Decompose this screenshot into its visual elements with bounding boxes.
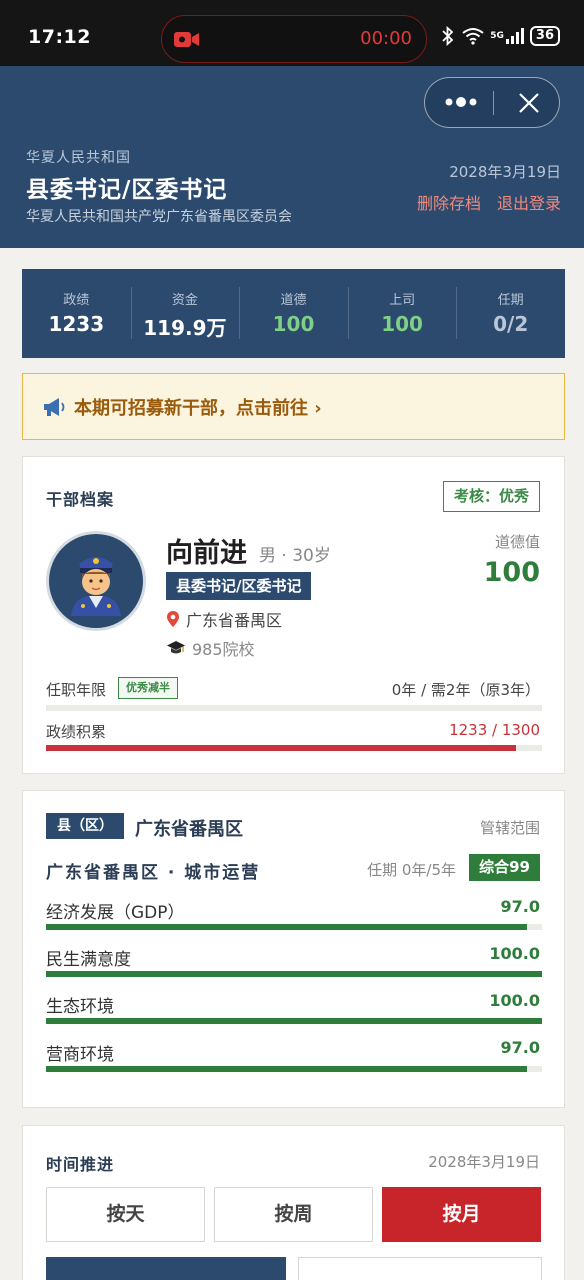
morality-label: 道德值 (494, 533, 540, 551)
stat-morality: 道德 100 (239, 269, 348, 358)
stat-label: 任期 (497, 293, 524, 308)
status-time: 17:12 (28, 26, 91, 48)
bluetooth-icon (442, 26, 454, 46)
advance-by-week-button[interactable]: 按周 (214, 1187, 373, 1242)
metric-track (46, 971, 542, 977)
region-name: 广东省番禺区 (135, 819, 243, 840)
merit-progress-track (46, 745, 542, 751)
signal-icon (505, 28, 524, 44)
advance-by-day-button[interactable]: 按天 (46, 1187, 205, 1242)
tenure-bonus-badge: 优秀减半 (118, 677, 178, 699)
region-card: 县（区） 广东省番禺区 管辖范围 广东省番禺区 · 城市运营 任期 0年/5年 … (22, 790, 565, 1108)
merit-progress-fill (46, 745, 517, 751)
capsule-divider (493, 91, 494, 115)
header-actions: 删除存档 退出登录 (417, 190, 561, 214)
stat-label: 道德 (280, 293, 307, 308)
stat-label: 资金 (171, 293, 198, 308)
metric-track (46, 1018, 542, 1024)
time-advance-card: 时间推进 2028年3月19日 按天 按周 按月 (22, 1125, 565, 1280)
status-bar: 17:12 00:00 5G 36 (0, 0, 584, 66)
metric-value: 97.0 (500, 1038, 540, 1057)
cadre-position-badge: 县委书记/区委书记 (166, 572, 312, 600)
graduation-cap-icon (167, 641, 185, 654)
cadre-education: 985院校 (166, 636, 255, 660)
stat-label: 政绩 (63, 293, 90, 308)
morality-value: 100 (483, 557, 540, 588)
metric-label: 生态环境 (46, 997, 114, 1017)
battery-indicator: 36 (529, 26, 560, 46)
screen-recording-pill[interactable]: 00:00 (161, 15, 427, 63)
metric-label: 营商环境 (46, 1045, 114, 1065)
page-title: 县委书记/区委书记 (26, 177, 228, 203)
stat-value: 0/2 (493, 312, 529, 336)
cadre-location: 广东省番禺区 (166, 607, 282, 631)
location-pin-icon (167, 611, 179, 627)
advance-by-month-button[interactable]: 按月 (382, 1187, 541, 1242)
metric-fill (46, 924, 528, 930)
metric-track (46, 924, 542, 930)
metric-fill (46, 971, 542, 977)
stat-value: 119.9万 (143, 316, 227, 340)
tenure-label: 任职年限 (46, 681, 107, 699)
stat-value: 100 (381, 312, 423, 336)
location-text: 广东省番禺区 (186, 611, 283, 630)
education-text: 985院校 (192, 640, 255, 659)
stat-label: 上司 (389, 293, 416, 308)
metric-track (46, 1066, 542, 1072)
delete-save-link[interactable]: 删除存档 (417, 190, 481, 214)
metric-value: 100.0 (489, 944, 540, 963)
recording-timer: 00:00 (360, 28, 412, 49)
advance-primary-button[interactable] (46, 1257, 286, 1280)
cadre-name: 向前进 (166, 538, 247, 569)
stat-funds: 资金 119.9万 (130, 269, 240, 358)
jurisdiction-link[interactable]: 管辖范围 (480, 817, 540, 838)
more-icon[interactable] (443, 92, 493, 112)
overall-score-badge: 综合99 (469, 854, 540, 881)
region-focus: 广东省番禺区 · 城市运营 (46, 863, 261, 883)
time-date: 2028年3月19日 (428, 1153, 540, 1171)
status-icons: 5G 36 (440, 26, 560, 46)
region-level-tag: 县（区） (46, 813, 124, 839)
metric-fill (46, 1066, 528, 1072)
avatar (46, 531, 146, 631)
country-name: 华夏人民共和国 (26, 150, 131, 166)
video-camera-icon (174, 32, 199, 47)
stat-superior: 上司 100 (347, 269, 457, 358)
tenure-progress-track (46, 705, 542, 711)
recruit-notice-banner[interactable]: 本期可招募新干部，点击前往 › (22, 373, 565, 440)
tenure-value: 0年 / 需2年（原3年） (391, 681, 540, 699)
stat-value: 1233 (48, 312, 105, 336)
network-type: 5G (490, 31, 504, 41)
close-icon[interactable] (517, 91, 541, 115)
assessment-badge: 考核：优秀 (442, 481, 540, 512)
stat-term: 任期 0/2 (456, 269, 565, 358)
region-term: 任期 0年/5年 (367, 861, 456, 879)
stats-bar: 政绩 1233 资金 119.9万 道德 100 上司 100 任期 0/2 (22, 269, 565, 358)
header: 华夏人民共和国 县委书记/区委书记 华夏人民共和国共产党广东省番禺区委员会 20… (0, 66, 584, 248)
merit-label: 政绩积累 (46, 723, 107, 741)
cadre-profile-card: 干部档案 考核：优秀 向前进 男 · 30岁 县委书记/区委书记 广东省番禺区 (22, 456, 565, 774)
metric-label: 经济发展（GDP） (46, 903, 185, 923)
stat-value: 100 (272, 312, 315, 336)
wifi-icon (462, 28, 484, 45)
metric-label: 民生满意度 (46, 950, 131, 970)
mini-program-capsule (424, 77, 560, 128)
cadre-gender-age: 男 · 30岁 (259, 546, 331, 566)
logout-link[interactable]: 退出登录 (497, 190, 561, 214)
notice-text: 本期可招募新干部，点击前往 › (74, 397, 322, 419)
advance-secondary-button[interactable] (298, 1257, 542, 1280)
organization-name: 华夏人民共和国共产党广东省番禺区委员会 (26, 209, 292, 225)
current-date: 2028年3月19日 (449, 163, 561, 181)
stat-merit: 政绩 1233 (22, 269, 131, 358)
merit-value: 1233 / 1300 (449, 721, 540, 739)
metric-value: 97.0 (500, 897, 540, 916)
section-title: 时间推进 (46, 1155, 115, 1174)
officer-avatar-icon (71, 557, 121, 616)
metric-fill (46, 1018, 542, 1024)
megaphone-icon (44, 397, 65, 416)
section-title: 干部档案 (46, 490, 115, 509)
metric-value: 100.0 (489, 991, 540, 1010)
